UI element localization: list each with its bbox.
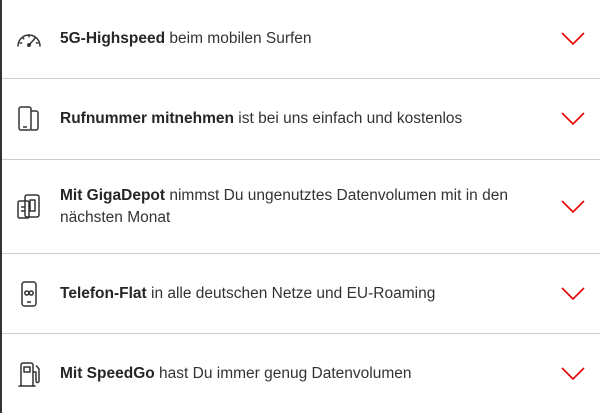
accordion-item-label: 5G-Highspeed beim mobilen Surfen — [60, 28, 560, 50]
accordion-item-description: in alle deutschen Netze und EU-Roaming — [146, 284, 436, 302]
phone-flat-icon — [15, 280, 43, 308]
accordion-item-description: ist bei uns einfach und kostenlos — [233, 110, 463, 127]
chevron-down-icon[interactable] — [560, 31, 586, 47]
accordion-item-speedgo[interactable]: Mit SpeedGo hast Du immer genug Datenvol… — [2, 334, 600, 413]
fuel-pump-icon — [15, 360, 43, 388]
speedometer-icon — [15, 25, 43, 53]
features-accordion-panel: 5G-Highspeed beim mobilen Surfen Rufnumm… — [0, 0, 600, 413]
chevron-down-icon[interactable] — [560, 366, 586, 382]
accordion-item-telefon-flat[interactable]: Telefon-Flat in alle deutschen Netze und… — [2, 254, 600, 334]
features-accordion: 5G-Highspeed beim mobilen Surfen Rufnumm… — [2, 0, 600, 413]
accordion-item-label: Mit SpeedGo hast Du immer genug Datenvol… — [60, 363, 560, 385]
accordion-item-description: hast Du immer genug Datenvolumen — [154, 364, 412, 382]
accordion-item-5g-highspeed[interactable]: 5G-Highspeed beim mobilen Surfen — [2, 0, 600, 79]
data-depot-icon — [15, 193, 43, 221]
accordion-item-highlight: Mit SpeedGo — [60, 364, 155, 382]
phone-transfer-icon — [15, 105, 43, 133]
accordion-item-highlight: 5G-Highspeed — [60, 30, 166, 47]
chevron-down-icon[interactable] — [560, 199, 586, 215]
accordion-item-highlight: Telefon-Flat — [60, 284, 147, 302]
accordion-item-gigadepot[interactable]: Mit GigaDepot nimmst Du ungenutztes Date… — [2, 160, 600, 254]
accordion-item-highlight: Rufnummer mitnehmen — [60, 110, 234, 127]
accordion-item-label: Mit GigaDepot nimmst Du ungenutztes Date… — [60, 185, 560, 229]
accordion-item-label: Telefon-Flat in alle deutschen Netze und… — [60, 283, 560, 305]
accordion-item-rufnummer[interactable]: Rufnummer mitnehmen ist bei uns einfach … — [2, 79, 600, 160]
accordion-item-highlight: Mit GigaDepot — [60, 186, 166, 204]
accordion-item-label: Rufnummer mitnehmen ist bei uns einfach … — [60, 108, 560, 130]
chevron-down-icon[interactable] — [560, 286, 586, 302]
chevron-down-icon[interactable] — [560, 111, 586, 127]
accordion-item-description: beim mobilen Surfen — [165, 30, 312, 47]
